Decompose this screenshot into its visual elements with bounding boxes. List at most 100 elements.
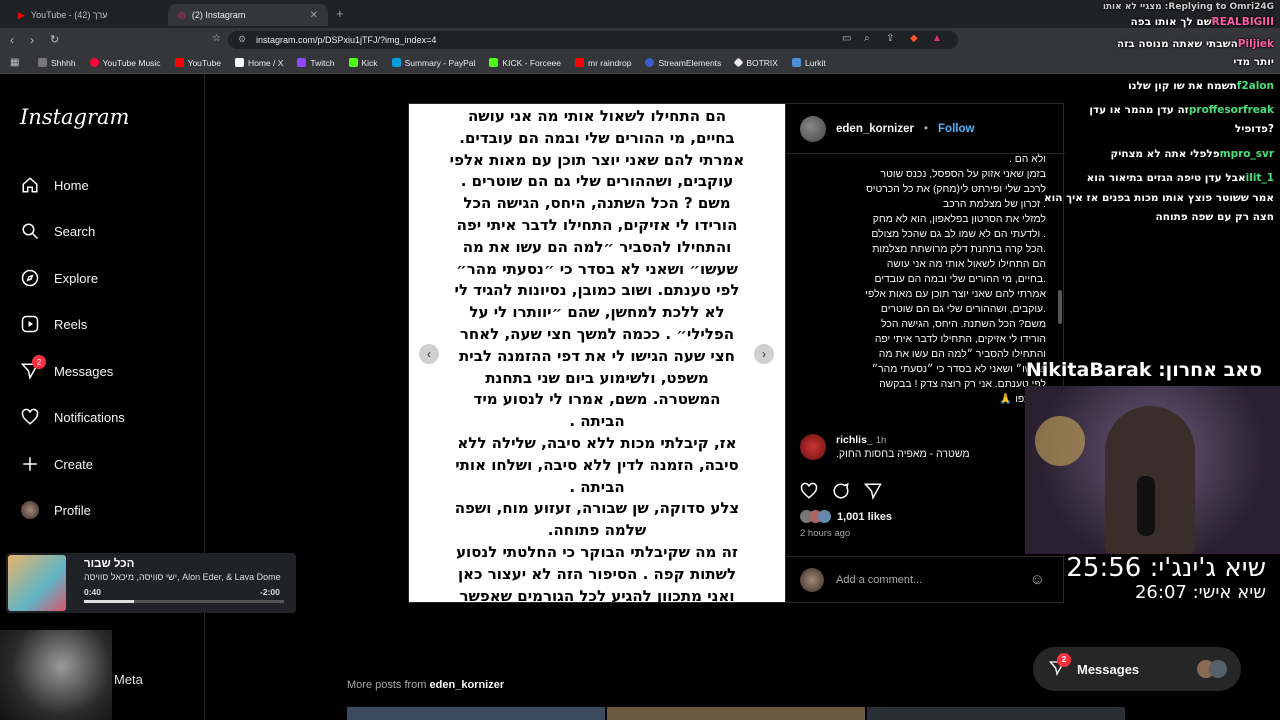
- brave-shield-icon[interactable]: ◆: [910, 33, 918, 44]
- post-thumbnail[interactable]: [347, 707, 605, 720]
- chat-message: חצה רק עם שפה פתוחה: [1155, 211, 1274, 223]
- kick-icon: [489, 58, 499, 67]
- like-heart-icon[interactable]: [800, 482, 818, 505]
- search-icon: [20, 221, 40, 241]
- post-actions: [800, 482, 882, 505]
- instagram-logo[interactable]: Instagram: [20, 105, 129, 129]
- stream-chat-overlay: Replying to Omri24G: מצגיי לא אותו REALB…: [1028, 0, 1280, 240]
- comment-avatar[interactable]: [800, 434, 826, 460]
- messages-badge: 2: [32, 355, 46, 369]
- back-icon[interactable]: ‹: [10, 33, 14, 47]
- plush-toy: [1035, 416, 1085, 466]
- youtube-icon: [575, 58, 584, 67]
- add-comment-input[interactable]: Add a comment...: [836, 574, 1018, 586]
- bookmark-star-icon[interactable]: ☆: [212, 33, 221, 44]
- carousel-next-button[interactable]: ›: [754, 344, 774, 364]
- new-tab-button[interactable]: +: [336, 6, 344, 21]
- more-posts-heading: More posts from eden_kornizer: [347, 679, 505, 691]
- close-tab-icon[interactable]: ✕: [310, 10, 318, 21]
- comment-text: משטרה - מאפיה בחסות החוק.: [836, 448, 970, 460]
- botrix-icon: [733, 57, 744, 68]
- follow-button[interactable]: Follow: [938, 123, 974, 135]
- share-send-icon[interactable]: [863, 482, 882, 505]
- folder-icon: [38, 58, 47, 67]
- post-time: 2 hours ago: [800, 528, 851, 539]
- sidebar-item-profile[interactable]: Profile: [20, 500, 91, 520]
- bookmark-item[interactable]: YouTube: [174, 58, 221, 68]
- comment-bubble-icon[interactable]: [832, 482, 850, 505]
- bookmark-item[interactable]: Lurkit: [791, 58, 826, 68]
- song-progress-fill: [84, 600, 134, 603]
- apps-grid-icon[interactable]: ▦: [10, 57, 19, 68]
- chat-message: יותר מדי: [1233, 56, 1274, 68]
- add-comment-row: Add a comment... ☺: [786, 556, 1065, 602]
- sidebar-item-explore[interactable]: Explore: [20, 268, 98, 288]
- more-posts-username[interactable]: eden_kornizer: [430, 679, 505, 691]
- chat-message: REALBIGIIIשם לך אותו בפה: [1130, 16, 1274, 28]
- bookmark-item[interactable]: Shhhh: [38, 58, 76, 68]
- chat-message: f2alonתשמח את שו קון שלנו: [1128, 80, 1274, 92]
- author-avatar[interactable]: [800, 115, 826, 142]
- post-thumbnail[interactable]: [867, 707, 1125, 720]
- author-username[interactable]: eden_kornizer: [836, 123, 914, 135]
- youtube-music-icon: [89, 58, 99, 67]
- sidebar-item-label: Explore: [54, 270, 99, 286]
- messages-pill-button[interactable]: 2 Messages: [1033, 647, 1241, 691]
- bookmark-item[interactable]: Summary - PayPal: [391, 58, 475, 68]
- caption-scrollbar[interactable]: [1058, 290, 1062, 324]
- cast-icon[interactable]: ▭: [842, 33, 851, 44]
- home-icon: [20, 175, 40, 195]
- tab-instagram[interactable]: ◎ (2) Instagram ✕: [168, 4, 328, 26]
- site-info-icon[interactable]: ⚙: [238, 34, 246, 45]
- sidebar-item-notifications[interactable]: Notifications: [20, 407, 125, 427]
- liker-avatars: [800, 510, 831, 523]
- sidebar-item-reels[interactable]: Reels: [20, 314, 87, 334]
- sidebar-item-create[interactable]: Create: [20, 454, 93, 474]
- zoom-icon[interactable]: ⌕: [864, 33, 870, 44]
- bookmark-item[interactable]: Home / X: [234, 58, 283, 68]
- share-icon[interactable]: ⇪: [886, 33, 894, 44]
- elapsed-time: 0:40: [84, 587, 102, 597]
- bookmark-item[interactable]: StreamElements: [645, 58, 721, 68]
- chat-message: ?פדופיל: [1234, 123, 1274, 135]
- youtube-icon: [174, 58, 184, 67]
- extension-icon[interactable]: ▲: [932, 33, 942, 44]
- chat-message: proffesorfreakזה עדן מהמר או עדן: [1089, 104, 1274, 116]
- compass-icon: [20, 268, 40, 288]
- post-image: הם התחילו לשאול אותי מה אני עושה בחיים, …: [409, 104, 785, 602]
- bookmark-item[interactable]: Twitch: [297, 58, 335, 68]
- carousel-prev-button[interactable]: ‹: [419, 344, 439, 364]
- meta-label[interactable]: Meta: [114, 672, 143, 687]
- bookmark-item[interactable]: Kick: [348, 58, 378, 68]
- timer-personal: שיא אישי: 26:07: [1134, 582, 1266, 603]
- more-posts-grid: [347, 707, 1125, 720]
- comment-username[interactable]: richlis_: [836, 434, 873, 446]
- sidebar-item-label: Search: [54, 223, 96, 239]
- instagram-icon: ◎: [178, 9, 186, 20]
- reels-icon: [20, 314, 40, 334]
- avatar: [20, 500, 40, 520]
- reload-icon[interactable]: ↻: [50, 33, 59, 46]
- separator-dot: •: [923, 122, 929, 135]
- sidebar-item-search[interactable]: Search: [20, 221, 95, 241]
- chat-message: Piljiekהשבתי שאתה מנוסה בזה: [1116, 38, 1274, 50]
- post-thumbnail[interactable]: [607, 707, 865, 720]
- chat-message: ilit_1אבל עדן טיפה הגזים בתיאור הוא: [1086, 172, 1274, 184]
- tab-label: YouTube - ערך (42): [30, 10, 108, 20]
- comment-time: 1h: [875, 435, 887, 446]
- sidebar-item-messages[interactable]: 2 Messages: [20, 355, 114, 381]
- bookmark-item[interactable]: KICK - Forceee: [489, 58, 561, 68]
- bookmark-item[interactable]: mr raindrop: [575, 58, 631, 68]
- bookmark-item[interactable]: BOTRIX: [733, 57, 778, 68]
- webcam-feed: [1025, 386, 1280, 554]
- likes-row[interactable]: 1,001 likes: [800, 510, 892, 523]
- tab-youtube[interactable]: ▶ YouTube - ערך (42): [8, 4, 168, 26]
- forward-icon[interactable]: ›: [30, 33, 34, 47]
- music-player-overlay: הכל שבור ישי סוויסה, מיכאל סוויסה, Alon …: [6, 553, 296, 613]
- meta-avatar-image: [0, 630, 112, 720]
- emoji-icon[interactable]: ☺: [1030, 571, 1045, 588]
- messenger-icon: 2: [1048, 652, 1071, 679]
- sidebar-item-label: Messages: [54, 363, 114, 379]
- sidebar-item-home[interactable]: Home: [20, 175, 89, 195]
- bookmark-item[interactable]: YouTube Music: [89, 58, 161, 68]
